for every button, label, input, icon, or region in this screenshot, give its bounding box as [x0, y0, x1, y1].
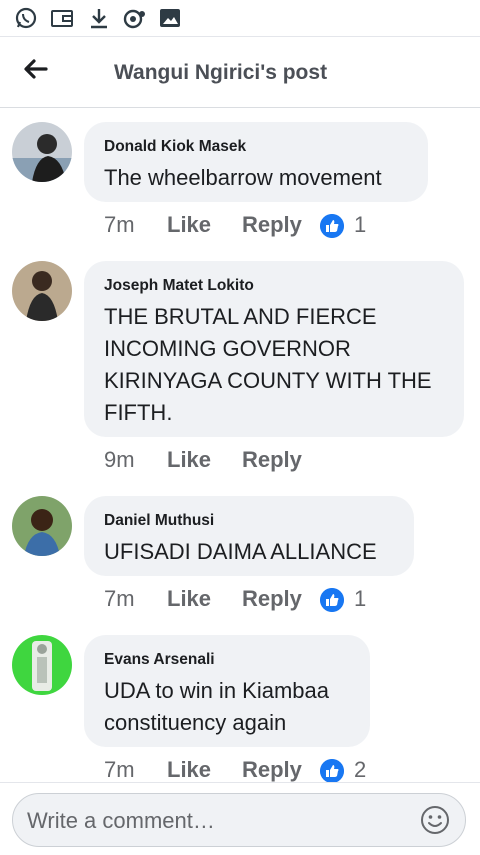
comment-bubble: Evans Arsenali UDA to win in Kiambaa con… [84, 635, 370, 747]
like-button[interactable]: Like [167, 212, 211, 238]
comment-time[interactable]: 7m [104, 212, 135, 238]
comment-bubble: Daniel Muthusi UFISADI DAIMA ALLIANCE [84, 496, 414, 576]
comment-bubble: Joseph Matet Lokito THE BRUTAL AND FIERC… [84, 261, 464, 437]
comment-actions: 7m Like Reply 1 [104, 586, 404, 616]
reaction-count[interactable]: 1 [354, 212, 366, 238]
emoji-button[interactable] [419, 804, 451, 836]
like-reaction-icon[interactable] [320, 588, 344, 612]
reply-button[interactable]: Reply [242, 212, 302, 238]
status-bar [0, 0, 480, 36]
like-button[interactable]: Like [167, 757, 211, 783]
comment-composer[interactable] [12, 793, 466, 847]
like-button[interactable]: Like [167, 586, 211, 612]
comment-author[interactable]: Daniel Muthusi [104, 512, 394, 530]
arrow-left-icon [24, 59, 48, 79]
smiley-icon [421, 806, 449, 834]
comment-text: UFISADI DAIMA ALLIANCE [104, 539, 377, 564]
comment-item: Daniel Muthusi UFISADI DAIMA ALLIANCE 7m… [0, 496, 480, 626]
comment-author[interactable]: Joseph Matet Lokito [104, 277, 444, 295]
reply-button[interactable]: Reply [242, 586, 302, 612]
post-header: Wangui Ngirici's post [0, 36, 480, 108]
comment-item: Donald Kiok Masek The wheelbarrow moveme… [0, 122, 480, 252]
comment-text: THE BRUTAL AND FIERCE INCOMING GOVERNOR … [104, 304, 432, 425]
avatar[interactable] [12, 261, 72, 321]
comment-input[interactable] [25, 802, 409, 840]
comment-time[interactable]: 7m [104, 757, 135, 783]
like-reaction-icon[interactable] [320, 214, 344, 238]
download-icon [91, 9, 107, 29]
comment-item: Joseph Matet Lokito THE BRUTAL AND FIERC… [0, 261, 480, 481]
comment-author[interactable]: Donald Kiok Masek [104, 138, 408, 156]
image-icon [160, 9, 180, 27]
page-title: Wangui Ngirici's post [114, 61, 328, 84]
comment-actions: 9m Like Reply [104, 447, 404, 477]
reply-button[interactable]: Reply [242, 757, 302, 783]
comment-text: UDA to win in Kiambaa constituency again [104, 678, 329, 735]
like-reaction-icon[interactable] [320, 759, 344, 783]
comment-actions: 7m Like Reply 1 [104, 212, 404, 242]
data-saver-icon [123, 9, 145, 29]
like-button[interactable]: Like [167, 447, 211, 473]
reply-button[interactable]: Reply [242, 447, 302, 473]
reaction-count[interactable]: 2 [354, 757, 366, 783]
avatar[interactable] [12, 122, 72, 182]
comment-author[interactable]: Evans Arsenali [104, 651, 350, 669]
wallet-icon [51, 10, 73, 27]
avatar[interactable] [12, 496, 72, 556]
comment-text: The wheelbarrow movement [104, 165, 382, 190]
comment-composer-bar [0, 782, 480, 855]
reaction-count[interactable]: 1 [354, 586, 366, 612]
back-button[interactable] [18, 55, 54, 91]
whatsapp-icon [15, 7, 37, 29]
comment-bubble: Donald Kiok Masek The wheelbarrow moveme… [84, 122, 428, 202]
avatar[interactable] [12, 635, 72, 695]
comment-time[interactable]: 9m [104, 447, 135, 473]
comment-item: Evans Arsenali UDA to win in Kiambaa con… [0, 635, 480, 785]
comment-time[interactable]: 7m [104, 586, 135, 612]
